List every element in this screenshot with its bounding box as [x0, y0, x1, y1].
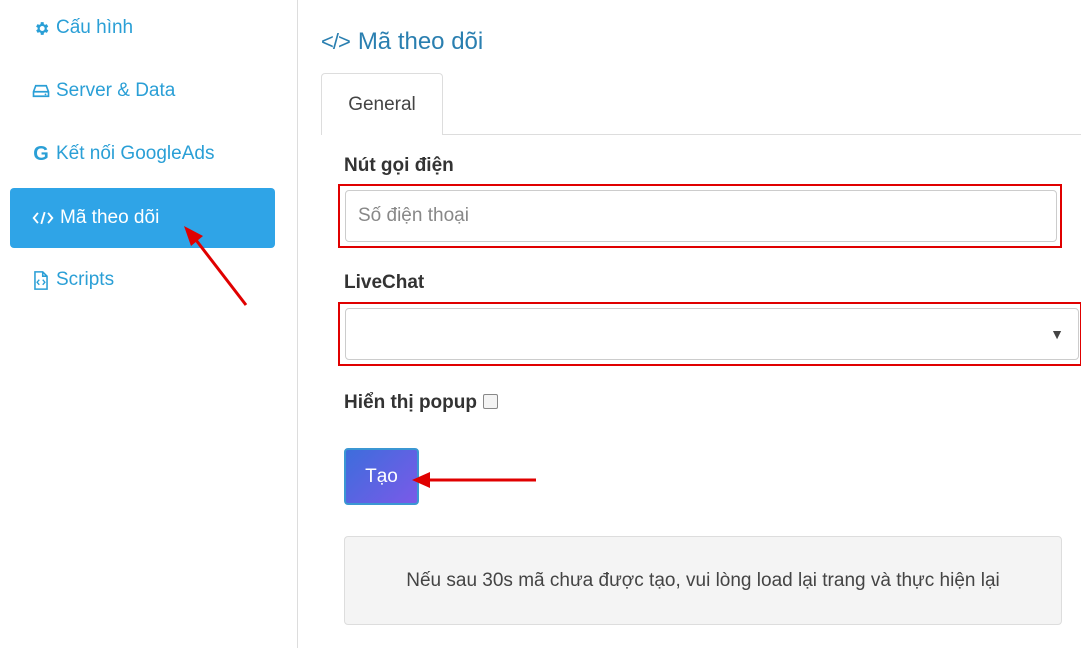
- sidebar-item-ma-theo-doi[interactable]: Mã theo dõi: [10, 188, 275, 248]
- notice-text: Nếu sau 30s mã chưa được tạo, vui lòng l…: [406, 569, 1000, 591]
- popup-row: Hiển thị popup: [344, 392, 498, 414]
- sidebar-item-cau-hinh[interactable]: Cấu hình: [10, 0, 275, 58]
- code-icon: </>: [321, 29, 351, 54]
- sidebar-item-label: Kết nối GoogleAds: [56, 143, 215, 164]
- sidebar-item-label: Mã theo dõi: [60, 207, 160, 228]
- phone-field-highlight: [338, 184, 1062, 248]
- create-button-label: Tạo: [365, 465, 398, 487]
- code-icon: [32, 209, 54, 227]
- call-button-label: Nút gọi điện: [344, 155, 454, 176]
- popup-label: Hiển thị popup: [344, 392, 477, 413]
- tab-general[interactable]: General: [321, 73, 443, 135]
- sidebar-item-server-data[interactable]: Server & Data: [10, 61, 275, 121]
- create-button[interactable]: Tạo: [344, 448, 419, 505]
- livechat-label: LiveChat: [344, 272, 425, 293]
- notice-box: Nếu sau 30s mã chưa được tạo, vui lòng l…: [344, 536, 1062, 625]
- popup-checkbox[interactable]: [482, 393, 498, 409]
- caret-down-icon: ▼: [1050, 326, 1064, 342]
- sidebar-item-label: Cấu hình: [56, 17, 134, 38]
- sidebar-item-googleads[interactable]: G Kết nối GoogleAds: [10, 124, 275, 184]
- main-panel: </> Mã theo dõi General Nút gọi điện Liv…: [299, 0, 1081, 648]
- sidebar: Cấu hình Server & Data G Kết nối GoogleA…: [0, 0, 298, 648]
- sidebar-item-label: Server & Data: [56, 80, 176, 101]
- livechat-select-highlight: ▼: [338, 302, 1081, 366]
- hard-drive-icon: [32, 82, 50, 100]
- livechat-select[interactable]: ▼: [345, 308, 1079, 360]
- sidebar-item-label: Scripts: [56, 269, 115, 290]
- page-title-text: Mã theo dõi: [357, 28, 484, 55]
- file-code-icon: [32, 270, 50, 290]
- gear-icon: [32, 19, 50, 37]
- google-icon: G: [33, 143, 49, 165]
- page-title: </> Mã theo dõi: [321, 28, 483, 56]
- sidebar-item-scripts[interactable]: Scripts: [10, 250, 275, 310]
- phone-input[interactable]: [345, 190, 1057, 242]
- tab-label: General: [348, 93, 416, 115]
